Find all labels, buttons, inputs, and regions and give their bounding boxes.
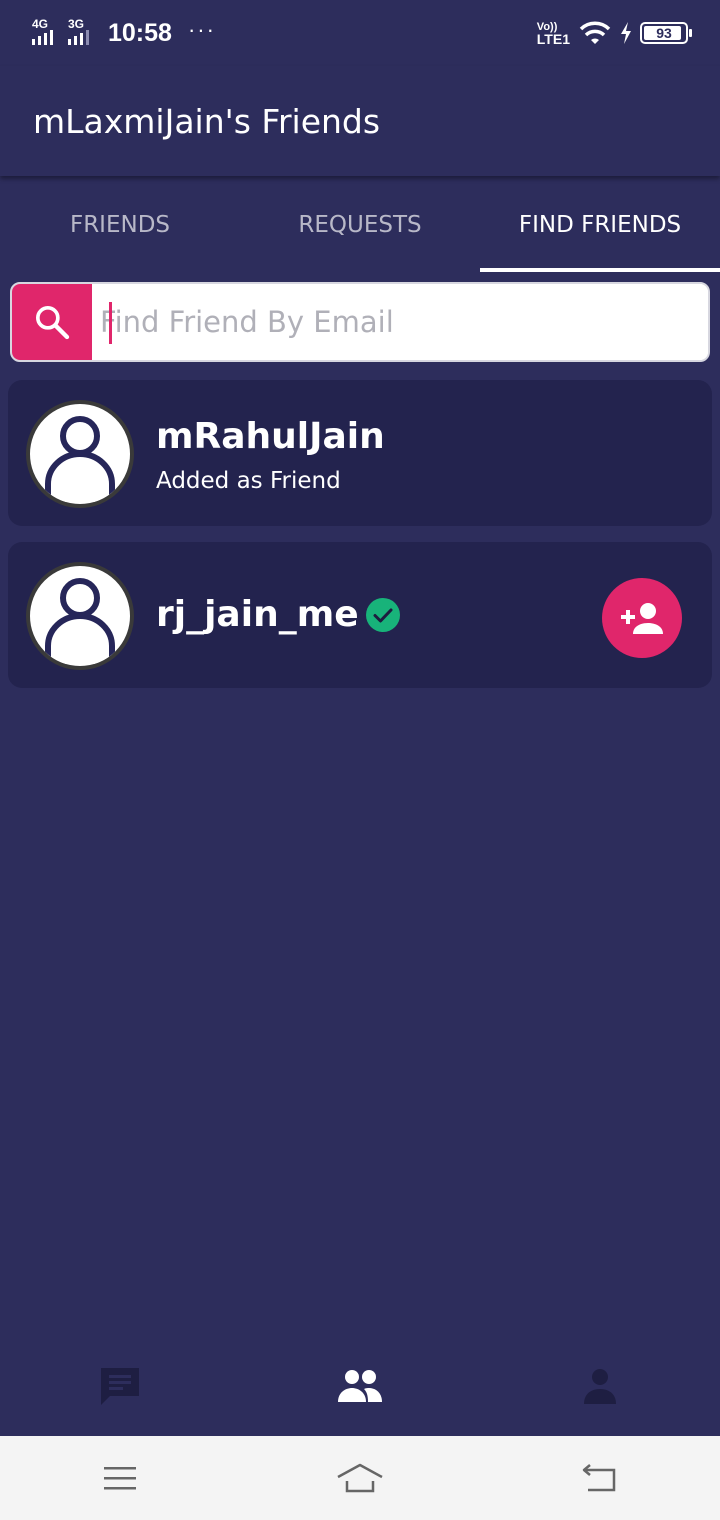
tab-friends[interactable]: FRIENDS xyxy=(0,178,240,272)
tab-requests[interactable]: REQUESTS xyxy=(240,178,480,272)
avatar xyxy=(26,400,134,508)
system-menu-button[interactable] xyxy=(0,1464,240,1492)
search-input[interactable] xyxy=(92,284,708,360)
page-title: mLaxmiJain's Friends xyxy=(33,101,381,141)
wifi-icon xyxy=(579,21,611,44)
avatar xyxy=(26,562,134,670)
tab-bar: FRIENDS REQUESTS FIND FRIENDS xyxy=(0,178,720,272)
status-bar: 4G 3G 10:58 ··· Vo)) LTE1 93 xyxy=(0,0,720,66)
search-button[interactable] xyxy=(12,284,92,360)
add-friend-button[interactable] xyxy=(602,578,682,658)
user-name: rj_jain_me xyxy=(156,594,359,635)
system-back-button[interactable] xyxy=(480,1462,720,1494)
signal-3g-icon: 3G xyxy=(68,17,94,47)
status-time: 10:58 xyxy=(108,18,172,47)
signal-4g-icon: 4G xyxy=(32,17,58,47)
home-icon xyxy=(337,1463,383,1493)
user-card[interactable]: mRahulJain Added as Friend xyxy=(8,380,712,526)
user-placeholder-icon xyxy=(45,416,115,502)
friend-status: Added as Friend xyxy=(156,468,341,494)
user-card[interactable]: rj_jain_me xyxy=(8,542,712,688)
network-type-1: 4G xyxy=(32,17,49,31)
network-type-2: 3G xyxy=(68,17,85,31)
bottom-navigation xyxy=(0,1336,720,1436)
charging-icon xyxy=(621,22,631,44)
app-bar: mLaxmiJain's Friends xyxy=(0,66,720,176)
friends-icon xyxy=(338,1370,382,1402)
back-icon xyxy=(582,1464,616,1492)
menu-icon xyxy=(104,1467,136,1490)
system-navigation-bar xyxy=(0,1436,720,1520)
nav-profile[interactable] xyxy=(480,1368,720,1404)
search-bar xyxy=(10,282,710,362)
battery-icon: 93 xyxy=(640,22,692,44)
user-name: mRahulJain xyxy=(156,416,385,457)
profile-icon xyxy=(584,1369,616,1404)
person-add-icon xyxy=(621,603,663,634)
volte-indicator: Vo)) LTE1 xyxy=(536,21,570,47)
search-icon xyxy=(36,306,70,340)
nav-chats[interactable] xyxy=(0,1364,240,1408)
tab-find-friends[interactable]: FIND FRIENDS xyxy=(480,178,720,272)
battery-level: 93 xyxy=(656,25,672,41)
text-cursor xyxy=(109,302,112,344)
more-notifications-icon: ··· xyxy=(187,17,216,42)
verified-icon xyxy=(366,598,400,632)
nav-friends[interactable] xyxy=(240,1368,480,1404)
system-home-button[interactable] xyxy=(240,1461,480,1495)
user-placeholder-icon xyxy=(45,578,115,664)
chat-icon xyxy=(101,1368,139,1405)
